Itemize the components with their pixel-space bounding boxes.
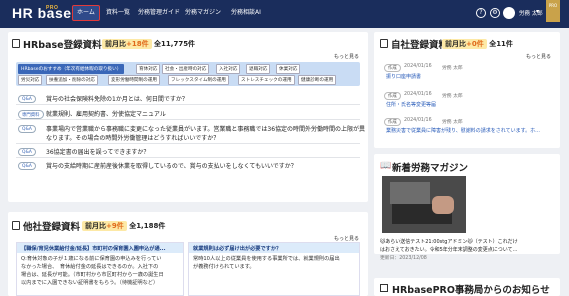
brand-pro-badge: PRO xyxy=(46,5,59,11)
magazine-updated-date: 更新日：2023/12/08 xyxy=(380,256,427,261)
magazine-article-link[interactable]: 🐱あらい送信テスト21:00stgアドミン🐱（テスト）これだけ xyxy=(380,238,558,245)
doc-row-link[interactable]: 就業規則、雇用契約書、労使協定マニュアル xyxy=(46,109,166,118)
settings-icon[interactable]: ⚙ xyxy=(490,8,500,18)
row-divider xyxy=(16,143,360,144)
hand-shape xyxy=(432,196,454,214)
item-date: 2024/01/16 xyxy=(404,92,432,97)
doc-row-link[interactable]: 賞与の支給時期に産前産後休業を取得しているので、賞与の支払いをしなくてもいいです… xyxy=(46,161,297,170)
item-author: 労務 太郎 xyxy=(442,120,463,125)
company-docs-title: 自社登録資料 xyxy=(391,40,449,51)
created-badge: 作成 xyxy=(384,64,401,72)
item-author: 労務 太郎 xyxy=(442,66,463,71)
other-docs-title: 他社登録資料 xyxy=(23,222,81,233)
tag-item[interactable]: 健康診断の運用 xyxy=(298,75,337,85)
notice-icon xyxy=(380,284,388,292)
total-count: 11件 xyxy=(496,40,513,48)
tag-item[interactable]: 社会・出産時の対応 xyxy=(162,64,210,74)
preview-line: が義務付けられています。 xyxy=(193,264,255,270)
row-divider xyxy=(16,119,360,120)
doc-row-link-continued[interactable]: なります。その場合の時間外労働管理はどうすればいいですか？ xyxy=(46,133,219,142)
document-icon xyxy=(12,39,20,48)
company-docs-stats: 前月比+0件 全11件 xyxy=(442,39,513,49)
other-doc-preview[interactable]: 【職保/育児休業給付金/延長】市町村の保育園入園申込が通... Q:育休対象の子… xyxy=(16,242,184,296)
created-badge: 作成 xyxy=(384,118,401,126)
created-badge: 作成 xyxy=(384,92,401,100)
other-docs-card: 他社登録資料 前月比+9件 全1,188件 もっと見る 【職保/育児休業給付金/… xyxy=(8,212,368,296)
nav-labor-magazine[interactable]: 労務マガジン xyxy=(181,5,225,21)
news-title: HRbasePRO事務局からのお知らせ xyxy=(392,285,550,296)
other-doc-preview[interactable]: 就業規則は必ず届け出が必要ですか？ 常時10人以上の従業員を使用する事業所では、… xyxy=(188,242,360,296)
tag-item[interactable]: 扶養追加・削除の対応 xyxy=(46,75,98,85)
magazine-article-link-continued[interactable]: はおさえておきたい。令和5年分年末調整の変更点について... xyxy=(380,246,558,253)
change-count: +0件 xyxy=(466,40,484,48)
avatar[interactable] xyxy=(503,7,515,19)
document-icon xyxy=(380,39,388,48)
tag-item[interactable]: 休業対応 xyxy=(276,64,301,74)
tag-item[interactable]: 労災対応 xyxy=(18,75,43,85)
nav-home[interactable]: ホーム xyxy=(72,5,100,21)
document-icon xyxy=(12,221,20,230)
change-count: +9件 xyxy=(106,222,124,230)
more-link[interactable]: もっと見る xyxy=(334,235,359,242)
tag-item[interactable]: 退職対応 xyxy=(246,64,271,74)
company-doc-link[interactable]: 振り口座申請書 xyxy=(386,73,556,80)
qa-badge: Q&A xyxy=(18,125,36,133)
more-link[interactable]: もっと見る xyxy=(526,53,551,60)
qa-badge: Q&A xyxy=(18,162,36,170)
tag-item[interactable]: ストレスチェックの運用 xyxy=(238,75,295,85)
news-card: HRbasePRO事務局からのお知らせ xyxy=(374,278,560,296)
monitor-shape xyxy=(390,182,430,204)
more-link[interactable]: もっと見る xyxy=(334,53,359,60)
total-count: 11,775件 xyxy=(161,40,196,48)
qa-badge: Q&A xyxy=(18,148,36,156)
preview-line: 以内までに入園できない証明書をもらう。（待機証明など） xyxy=(21,280,159,286)
brand-name: HR base xyxy=(12,5,72,21)
tag-item[interactable]: 入社対応 xyxy=(216,64,241,74)
expert-doc-badge: 専門資料 xyxy=(18,110,44,119)
nav-labor-guide[interactable]: 労務管理ガイド xyxy=(134,5,184,21)
other-docs-stats: 前月比+9件 全1,188件 xyxy=(82,221,165,231)
company-doc-link[interactable]: 業務災害で従業員に障害が残り、慰謝料の請求をされています。ホ... xyxy=(386,127,554,134)
qa-badge: Q&A xyxy=(18,95,36,103)
hrbase-docs-stats: 前月比+18件 全11,775件 xyxy=(102,39,195,49)
preview-heading: 就業規則は必ず届け出が必要ですか？ xyxy=(189,243,359,253)
tag-item[interactable]: 変形労働時間制の運用 xyxy=(108,75,160,85)
doc-row-link[interactable]: 賞与の社会保険料免除の1か月とは、何日間ですか？ xyxy=(46,94,188,103)
help-icon[interactable]: ? xyxy=(476,8,486,18)
tag-recommended[interactable]: HRbaseのおすすめ（年次有給休暇の取り扱い） xyxy=(18,64,125,74)
item-date: 2024/01/16 xyxy=(404,64,432,69)
change-count: +18件 xyxy=(126,40,149,48)
row-divider xyxy=(16,104,360,105)
user-name[interactable]: 労務 太郎 xyxy=(519,9,543,17)
tag-item[interactable]: フレックスタイム制の運用 xyxy=(168,75,229,85)
magazine-thumbnail[interactable] xyxy=(382,176,466,233)
tag-item[interactable]: 育休対応 xyxy=(136,64,161,74)
change-label: 前月比 xyxy=(445,40,466,48)
company-doc-link[interactable]: 住所・氏名等変更等届 xyxy=(386,101,556,108)
row-divider xyxy=(16,157,360,158)
brand-logo[interactable]: HR base PRO xyxy=(12,5,72,21)
item-author: 労務 太郎 xyxy=(442,94,463,99)
book-icon: 📖 xyxy=(380,161,392,171)
chevron-down-icon[interactable]: ▾ xyxy=(536,8,539,15)
doc-row-link[interactable]: 36協定書の届出を誤ってできますか？ xyxy=(46,147,149,156)
nav-documents[interactable]: 資料一覧 xyxy=(102,5,134,21)
pro-ribbon-icon: PRO xyxy=(546,0,560,22)
magazine-title: 新着労務マガジン xyxy=(392,163,469,174)
preview-heading: 【職保/育児休業給付金/延長】市町村の保育園入園申込が通... xyxy=(17,243,183,253)
doc-row-link[interactable]: 事業場内で営業職から事務職に変更になった従業員がいます。営業職と事務職では36協… xyxy=(46,124,365,133)
change-label: 前月比 xyxy=(85,222,106,230)
total-count: 1,188件 xyxy=(136,222,166,230)
top-navigation-bar: HR base PRO ホーム 資料一覧 労務管理ガイド 労務マガジン 労務相談… xyxy=(0,0,569,28)
hrbase-docs-title: HRbase登録資料 xyxy=(23,40,102,51)
total-label: 全 xyxy=(154,40,162,48)
change-label: 前月比 xyxy=(105,40,126,48)
item-date: 2024/01/16 xyxy=(404,118,432,123)
nav-labor-ai[interactable]: 労務相談AI xyxy=(227,5,265,21)
